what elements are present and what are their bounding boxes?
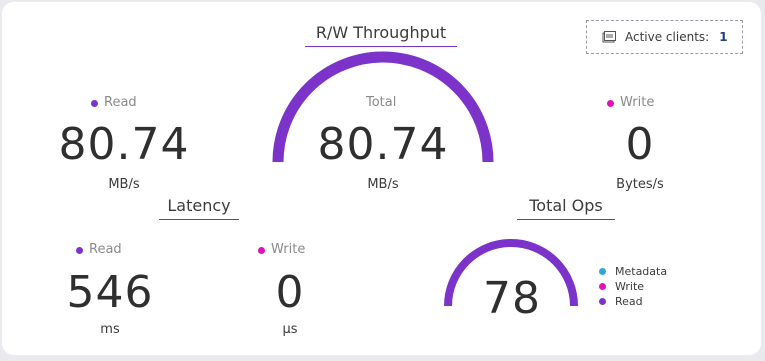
- latency-write-label-text: Write: [271, 242, 306, 257]
- throughput-total-unit: MB/s: [367, 177, 399, 192]
- total-ops-title: Total Ops: [517, 196, 615, 220]
- active-clients-box[interactable]: Active clients: 1: [586, 20, 743, 54]
- metadata-dot: [599, 268, 606, 275]
- write-dot: [258, 246, 265, 254]
- throughput-title-text: R/W Throughput: [315, 23, 447, 42]
- latency-read-unit: ms: [100, 322, 120, 337]
- legend-label-read: Read: [615, 295, 643, 308]
- throughput-read-label: Read: [91, 95, 137, 111]
- active-clients-count: 1: [719, 30, 728, 44]
- legend-item-read: Read: [599, 294, 667, 309]
- legend-label-write: Write: [615, 280, 645, 293]
- throughput-write-value: 0: [625, 119, 655, 170]
- read-dot: [91, 99, 98, 107]
- throughput-total-value: 80.74: [317, 119, 449, 170]
- throughput-write-label-text: Write: [620, 95, 655, 110]
- latency-read-label-text: Read: [89, 242, 122, 257]
- latency-read-label: Read: [76, 242, 122, 258]
- throughput-title-underline: [305, 46, 457, 47]
- latency-read-value: 546: [66, 267, 154, 318]
- latency-title-text: Latency: [167, 196, 231, 215]
- throughput-total-label-text: Total: [366, 95, 397, 110]
- legend-item-write: Write: [599, 279, 667, 294]
- legend-item-metadata: Metadata: [599, 264, 667, 279]
- total-ops-legend: Metadata Write Read: [599, 264, 667, 309]
- latency-write-value: 0: [275, 267, 305, 318]
- total-ops-title-underline: [517, 219, 615, 220]
- latency-write-unit: µs: [282, 322, 298, 337]
- read-dot: [599, 298, 606, 305]
- throughput-title: R/W Throughput: [305, 23, 457, 47]
- latency-write-label: Write: [258, 242, 305, 258]
- throughput-read-value: 80.74: [58, 119, 190, 170]
- total-ops-value: 78: [483, 273, 541, 324]
- read-dot: [76, 246, 83, 254]
- write-dot: [607, 99, 614, 107]
- throughput-write-unit: Bytes/s: [616, 177, 664, 192]
- write-dot: [599, 283, 606, 290]
- throughput-read-unit: MB/s: [108, 177, 140, 192]
- active-clients-label: Active clients:: [625, 30, 710, 44]
- total-ops-title-text: Total Ops: [529, 196, 603, 215]
- legend-label-metadata: Metadata: [615, 265, 668, 278]
- latency-title-underline: [159, 219, 239, 220]
- throughput-write-label: Write: [607, 95, 654, 111]
- throughput-read-label-text: Read: [104, 95, 137, 110]
- stack-icon: [601, 28, 617, 47]
- throughput-total-label: Total: [366, 95, 396, 111]
- latency-title: Latency: [159, 196, 239, 220]
- dashboard-card: R/W Throughput Active clients: 1 Read 80…: [2, 2, 761, 355]
